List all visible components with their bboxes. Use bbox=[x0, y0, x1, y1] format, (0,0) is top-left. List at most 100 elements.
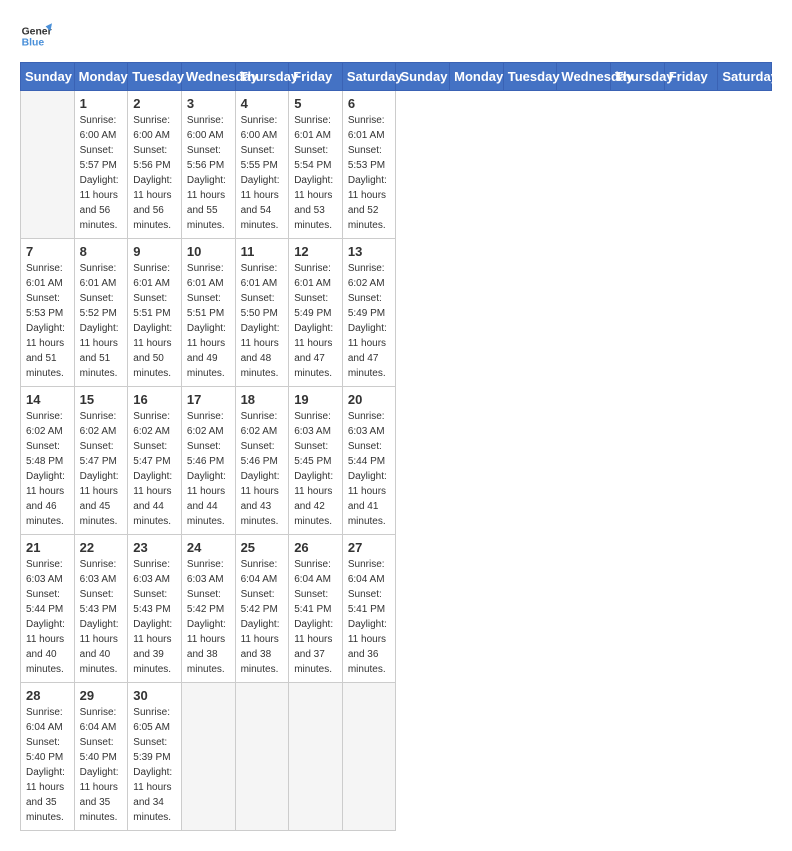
day-number: 24 bbox=[187, 540, 230, 555]
day-cell: 19 Sunrise: 6:03 AMSunset: 5:45 PMDayligh… bbox=[289, 387, 343, 535]
day-cell: 25Sunrise: 6:04 AMSunset: 5:42 PMDayligh… bbox=[235, 535, 289, 683]
day-cell: 7Sunrise: 6:01 AMSunset: 5:53 PMDaylight… bbox=[21, 239, 75, 387]
week-row-2: 7Sunrise: 6:01 AMSunset: 5:53 PMDaylight… bbox=[21, 239, 772, 387]
day-number: 11 bbox=[241, 244, 284, 259]
day-number: 26 bbox=[294, 540, 337, 555]
day-cell: 10Sunrise: 6:01 AMSunset: 5:51 PMDayligh… bbox=[181, 239, 235, 387]
day-number: 16 bbox=[133, 392, 176, 407]
day-cell: 23Sunrise: 6:03 AMSunset: 5:43 PMDayligh… bbox=[128, 535, 182, 683]
day-number: 8 bbox=[80, 244, 123, 259]
day-cell: 2 Sunrise: 6:00 AMSunset: 5:56 PMDaylight… bbox=[128, 91, 182, 239]
day-number: 1 bbox=[80, 96, 123, 111]
day-info: Sunrise: 6:04 AMSunset: 5:40 PMDaylight:… bbox=[80, 705, 123, 825]
col-header-sunday: Sunday bbox=[21, 63, 75, 91]
day-number: 7 bbox=[26, 244, 69, 259]
logo: General Blue bbox=[20, 20, 52, 52]
day-info: Sunrise: 6:03 AMSunset: 5:44 PMDaylight:… bbox=[26, 557, 69, 677]
day-info: Sunrise: 6:04 AMSunset: 5:40 PMDaylight:… bbox=[26, 705, 69, 825]
day-number: 9 bbox=[133, 244, 176, 259]
day-cell: 11 Sunrise: 6:01 AMSunset: 5:50 PMDayligh… bbox=[235, 239, 289, 387]
day-info: Sunrise: 6:02 AMSunset: 5:48 PMDaylight:… bbox=[26, 409, 69, 529]
day-cell: 20 Sunrise: 6:03 AMSunset: 5:44 PMDayligh… bbox=[342, 387, 396, 535]
col-header-saturday: Saturday bbox=[718, 63, 772, 91]
day-cell: 9Sunrise: 6:01 AMSunset: 5:51 PMDaylight… bbox=[128, 239, 182, 387]
day-number: 13 bbox=[348, 244, 391, 259]
day-cell bbox=[235, 683, 289, 831]
day-cell: 17Sunrise: 6:02 AMSunset: 5:46 PMDayligh… bbox=[181, 387, 235, 535]
day-number: 10 bbox=[187, 244, 230, 259]
day-cell: 30 Sunrise: 6:05 AMSunset: 5:39 PMDayligh… bbox=[128, 683, 182, 831]
day-number: 29 bbox=[80, 688, 123, 703]
day-cell: 22 Sunrise: 6:03 AMSunset: 5:43 PMDayligh… bbox=[74, 535, 128, 683]
day-cell bbox=[181, 683, 235, 831]
day-cell bbox=[289, 683, 343, 831]
day-cell: 6 Sunrise: 6:01 AMSunset: 5:53 PMDaylight… bbox=[342, 91, 396, 239]
day-info: Sunrise: 6:01 AMSunset: 5:54 PMDaylight:… bbox=[294, 113, 337, 233]
col-header-sunday: Sunday bbox=[396, 63, 450, 91]
col-header-saturday: Saturday bbox=[342, 63, 396, 91]
header-row: SundayMondayTuesdayWednesdayThursdayFrid… bbox=[21, 63, 772, 91]
day-number: 15 bbox=[80, 392, 123, 407]
col-header-tuesday: Tuesday bbox=[503, 63, 557, 91]
week-row-5: 28 Sunrise: 6:04 AMSunset: 5:40 PMDayligh… bbox=[21, 683, 772, 831]
day-info: Sunrise: 6:01 AMSunset: 5:49 PMDaylight:… bbox=[294, 261, 337, 381]
day-number: 28 bbox=[26, 688, 69, 703]
day-number: 12 bbox=[294, 244, 337, 259]
day-cell: 28 Sunrise: 6:04 AMSunset: 5:40 PMDayligh… bbox=[21, 683, 75, 831]
day-cell: 16 Sunrise: 6:02 AMSunset: 5:47 PMDayligh… bbox=[128, 387, 182, 535]
day-info: Sunrise: 6:03 AMSunset: 5:44 PMDaylight:… bbox=[348, 409, 391, 529]
day-cell: 24 Sunrise: 6:03 AMSunset: 5:42 PMDayligh… bbox=[181, 535, 235, 683]
day-number: 22 bbox=[80, 540, 123, 555]
day-cell: 14 Sunrise: 6:02 AMSunset: 5:48 PMDayligh… bbox=[21, 387, 75, 535]
day-info: Sunrise: 6:03 AMSunset: 5:45 PMDaylight:… bbox=[294, 409, 337, 529]
day-number: 2 bbox=[133, 96, 176, 111]
col-header-wednesday: Wednesday bbox=[557, 63, 611, 91]
day-number: 5 bbox=[294, 96, 337, 111]
day-info: Sunrise: 6:00 AMSunset: 5:57 PMDaylight:… bbox=[80, 113, 123, 233]
col-header-wednesday: Wednesday bbox=[181, 63, 235, 91]
day-info: Sunrise: 6:03 AMSunset: 5:43 PMDaylight:… bbox=[133, 557, 176, 677]
day-cell: 29 Sunrise: 6:04 AMSunset: 5:40 PMDayligh… bbox=[74, 683, 128, 831]
col-header-monday: Monday bbox=[450, 63, 504, 91]
col-header-tuesday: Tuesday bbox=[128, 63, 182, 91]
week-row-4: 21 Sunrise: 6:03 AMSunset: 5:44 PMDayligh… bbox=[21, 535, 772, 683]
calendar-table: SundayMondayTuesdayWednesdayThursdayFrid… bbox=[20, 62, 772, 831]
day-cell: 12 Sunrise: 6:01 AMSunset: 5:49 PMDayligh… bbox=[289, 239, 343, 387]
day-cell: 1 Sunrise: 6:00 AMSunset: 5:57 PMDaylight… bbox=[74, 91, 128, 239]
day-number: 20 bbox=[348, 392, 391, 407]
col-header-friday: Friday bbox=[289, 63, 343, 91]
day-cell bbox=[21, 91, 75, 239]
day-cell: 4Sunrise: 6:00 AMSunset: 5:55 PMDaylight… bbox=[235, 91, 289, 239]
day-cell: 18Sunrise: 6:02 AMSunset: 5:46 PMDayligh… bbox=[235, 387, 289, 535]
day-number: 25 bbox=[241, 540, 284, 555]
svg-text:Blue: Blue bbox=[22, 38, 45, 49]
week-row-3: 14 Sunrise: 6:02 AMSunset: 5:48 PMDayligh… bbox=[21, 387, 772, 535]
day-cell: 13 Sunrise: 6:02 AMSunset: 5:49 PMDayligh… bbox=[342, 239, 396, 387]
day-number: 21 bbox=[26, 540, 69, 555]
day-info: Sunrise: 6:00 AMSunset: 5:56 PMDaylight:… bbox=[133, 113, 176, 233]
day-number: 17 bbox=[187, 392, 230, 407]
day-info: Sunrise: 6:03 AMSunset: 5:42 PMDaylight:… bbox=[187, 557, 230, 677]
day-info: Sunrise: 6:02 AMSunset: 5:47 PMDaylight:… bbox=[133, 409, 176, 529]
day-cell: 5 Sunrise: 6:01 AMSunset: 5:54 PMDaylight… bbox=[289, 91, 343, 239]
day-number: 6 bbox=[348, 96, 391, 111]
col-header-friday: Friday bbox=[664, 63, 718, 91]
day-info: Sunrise: 6:02 AMSunset: 5:47 PMDaylight:… bbox=[80, 409, 123, 529]
day-number: 4 bbox=[241, 96, 284, 111]
day-info: Sunrise: 6:03 AMSunset: 5:43 PMDaylight:… bbox=[80, 557, 123, 677]
day-cell: 21 Sunrise: 6:03 AMSunset: 5:44 PMDayligh… bbox=[21, 535, 75, 683]
week-row-1: 1 Sunrise: 6:00 AMSunset: 5:57 PMDaylight… bbox=[21, 91, 772, 239]
col-header-thursday: Thursday bbox=[611, 63, 665, 91]
day-number: 19 bbox=[294, 392, 337, 407]
day-info: Sunrise: 6:05 AMSunset: 5:39 PMDaylight:… bbox=[133, 705, 176, 825]
day-number: 3 bbox=[187, 96, 230, 111]
day-info: Sunrise: 6:02 AMSunset: 5:46 PMDaylight:… bbox=[241, 409, 284, 529]
day-number: 14 bbox=[26, 392, 69, 407]
day-info: Sunrise: 6:01 AMSunset: 5:52 PMDaylight:… bbox=[80, 261, 123, 381]
day-info: Sunrise: 6:02 AMSunset: 5:49 PMDaylight:… bbox=[348, 261, 391, 381]
day-info: Sunrise: 6:01 AMSunset: 5:53 PMDaylight:… bbox=[348, 113, 391, 233]
day-info: Sunrise: 6:04 AMSunset: 5:41 PMDaylight:… bbox=[294, 557, 337, 677]
day-info: Sunrise: 6:01 AMSunset: 5:50 PMDaylight:… bbox=[241, 261, 284, 381]
day-cell: 26 Sunrise: 6:04 AMSunset: 5:41 PMDayligh… bbox=[289, 535, 343, 683]
day-number: 30 bbox=[133, 688, 176, 703]
